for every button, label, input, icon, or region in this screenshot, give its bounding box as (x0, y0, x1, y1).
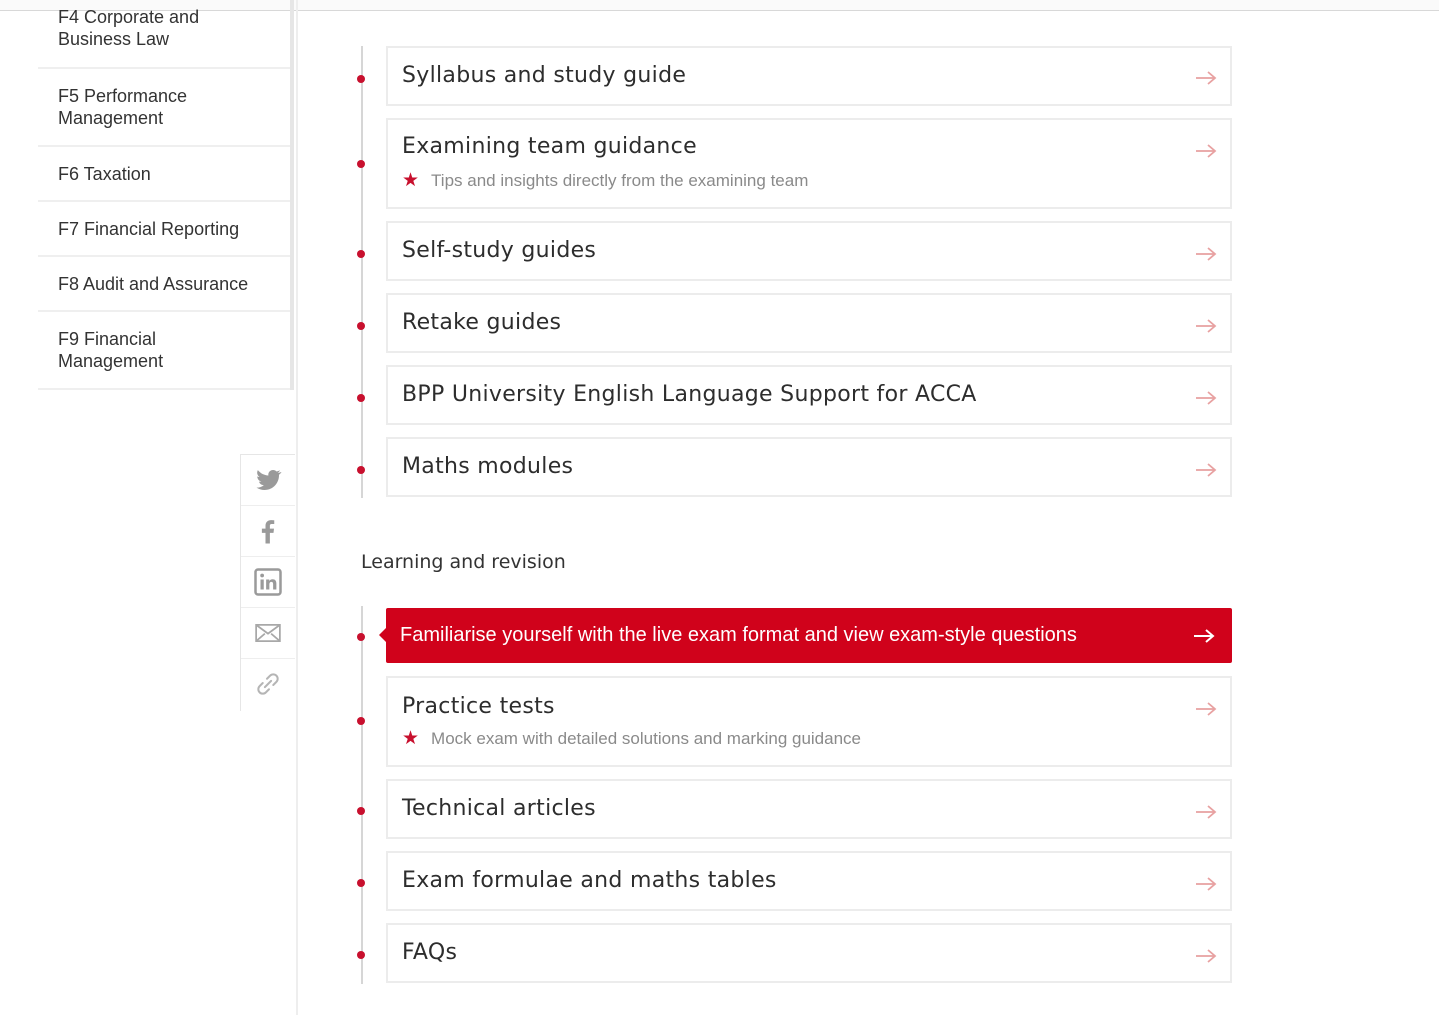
linkedin-share-button[interactable] (241, 557, 295, 608)
arrow-right-icon (1196, 144, 1217, 158)
self-study-card[interactable]: Self-study guides (386, 221, 1232, 281)
sidebar-item-f6[interactable]: F6 Taxation (38, 147, 290, 202)
featured-notch (379, 628, 386, 642)
arrow-right-icon (1194, 629, 1215, 643)
timeline-dot (357, 807, 365, 815)
facebook-icon (261, 520, 275, 544)
card-title: Familiarise yourself with the live exam … (400, 624, 1077, 646)
maths-modules-card[interactable]: Maths modules (386, 437, 1232, 497)
card-title: FAQs (402, 940, 458, 965)
arrow-right-icon (1196, 877, 1217, 891)
card-title: Self-study guides (402, 238, 597, 263)
timeline-dot (357, 160, 365, 168)
timeline-dot (357, 394, 365, 402)
card-title: Maths modules (402, 454, 574, 479)
linkedin-icon (254, 568, 282, 596)
sidebar-item-f4[interactable]: F4 Corporate and Business Law (38, 0, 290, 69)
sidebar-item-label: F8 Audit and Assurance (58, 273, 249, 294)
sidebar-item-label: F6 Taxation (58, 163, 151, 184)
card-title: BPP University English Language Support … (402, 382, 977, 407)
email-icon (255, 624, 281, 642)
exam-format-featured-card[interactable]: Familiarise yourself with the live exam … (379, 608, 1232, 663)
social-share-bar (240, 454, 295, 711)
card-title: Exam formulae and maths tables (402, 868, 777, 893)
sidebar: F4 Corporate and Business Law F5 Perform… (0, 0, 298, 1015)
timeline-dot (357, 466, 365, 474)
subtitle-text: Mock exam with detailed solutions and ma… (431, 728, 862, 748)
arrow-right-icon (1196, 463, 1217, 477)
card-subtitle: ★ Tips and insights directly from the ex… (402, 169, 808, 192)
sidebar-nav: F4 Corporate and Business Law F5 Perform… (38, 0, 294, 390)
card-title: Syllabus and study guide (402, 63, 687, 88)
syllabus-card[interactable]: Syllabus and study guide (386, 46, 1232, 106)
facebook-share-button[interactable] (241, 506, 295, 557)
technical-articles-card[interactable]: Technical articles (386, 779, 1232, 839)
email-share-button[interactable] (241, 608, 295, 659)
sidebar-item-f5[interactable]: F5 Performance Management (38, 69, 290, 147)
copy-link-button[interactable] (241, 659, 295, 709)
sidebar-item-f7[interactable]: F7 Financial Reporting (38, 202, 290, 257)
subtitle-text: Tips and insights directly from the exam… (431, 170, 809, 190)
arrow-right-icon (1196, 71, 1217, 85)
examining-team-card[interactable]: Examining team guidance ★ Tips and insig… (386, 118, 1232, 209)
sidebar-item-label: F4 Corporate and Business Law (58, 7, 200, 49)
card-title: Practice tests (402, 694, 555, 719)
timeline-line (361, 606, 363, 984)
arrow-right-icon (1196, 702, 1217, 716)
arrow-right-icon (1196, 949, 1217, 963)
exam-formulae-card[interactable]: Exam formulae and maths tables (386, 851, 1232, 911)
sidebar-item-label: F7 Financial Reporting (58, 218, 240, 239)
sidebar-item-f9[interactable]: F9 Financial Management (38, 312, 290, 390)
timeline-dot (357, 717, 365, 725)
arrow-right-icon (1196, 247, 1217, 261)
card-subtitle: ★ Mock exam with detailed solutions and … (402, 727, 861, 750)
twitter-icon (256, 469, 282, 490)
timeline-dot (357, 633, 365, 641)
section-heading: Learning and revision (361, 551, 566, 573)
arrow-right-icon (1196, 805, 1217, 819)
twitter-share-button[interactable] (241, 455, 295, 506)
sidebar-item-f8[interactable]: F8 Audit and Assurance (38, 257, 290, 312)
arrow-right-icon (1196, 319, 1217, 333)
sidebar-item-label: F9 Financial Management (58, 329, 164, 371)
timeline-line (361, 46, 363, 498)
card-title: Technical articles (402, 796, 596, 821)
retake-card[interactable]: Retake guides (386, 293, 1232, 353)
card-title: Retake guides (402, 310, 562, 335)
timeline-dot (357, 250, 365, 258)
arrow-right-icon (1196, 391, 1217, 405)
practice-tests-card[interactable]: Practice tests ★ Mock exam with detailed… (386, 676, 1232, 767)
star-icon: ★ (402, 728, 420, 749)
faqs-card[interactable]: FAQs (386, 923, 1232, 983)
card-title: Examining team guidance (402, 134, 697, 159)
star-icon: ★ (402, 170, 420, 191)
timeline-dot (357, 951, 365, 959)
bpp-english-card[interactable]: BPP University English Language Support … (386, 365, 1232, 425)
timeline-dot (357, 75, 365, 83)
link-icon (257, 673, 279, 695)
sidebar-item-label: F5 Performance Management (58, 86, 188, 128)
timeline-dot (357, 322, 365, 330)
timeline-dot (357, 879, 365, 887)
